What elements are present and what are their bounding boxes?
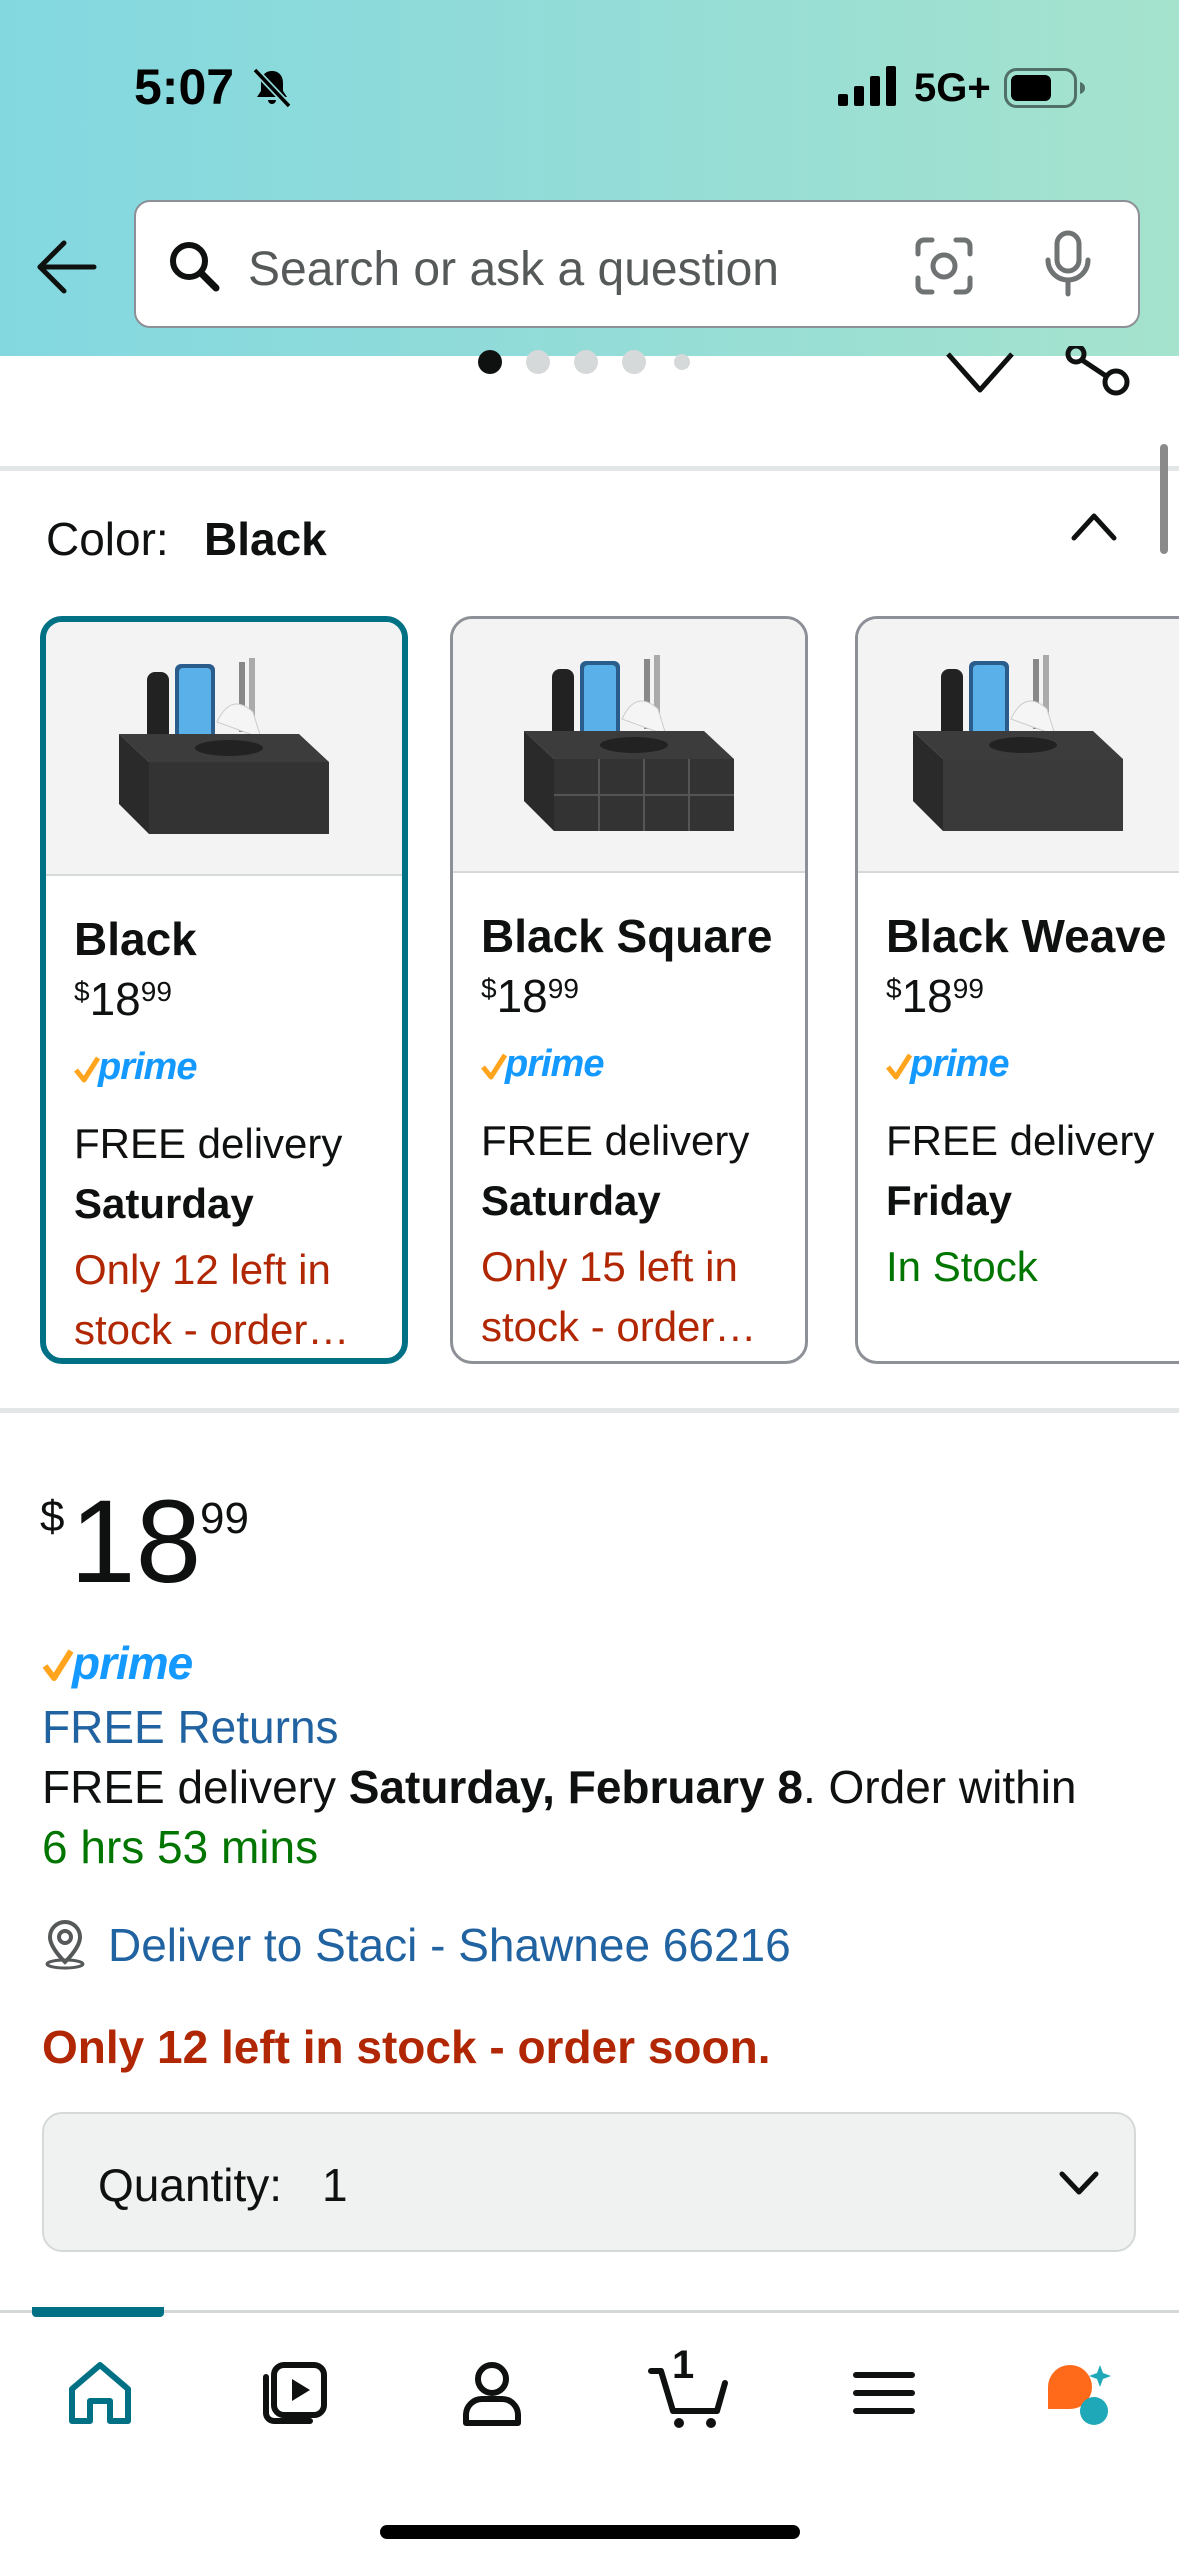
tissue-box-organizer-image xyxy=(119,658,329,834)
option-name: Black Weave xyxy=(886,910,1167,962)
option-price: $1899 xyxy=(886,970,984,1022)
rufus-icon xyxy=(1048,2365,1111,2425)
carousel-dot[interactable] xyxy=(622,350,646,374)
microphone-icon[interactable] xyxy=(1040,230,1096,298)
order-countdown: 6 hrs 53 mins xyxy=(42,1821,319,1873)
option-stock: Only 12 left in stock - order… xyxy=(74,1246,350,1353)
nav-cart[interactable]: 1 xyxy=(644,2343,734,2433)
network-type: 5G+ xyxy=(914,66,991,110)
nav-account[interactable] xyxy=(452,2353,532,2433)
battery-icon xyxy=(1004,68,1085,108)
camera-lens-icon[interactable] xyxy=(912,234,976,298)
status-time: 5:07 xyxy=(134,59,235,115)
color-option-black-weave[interactable]: Black Weave $1899 prime FREE delivery Fr… xyxy=(855,616,1179,1364)
section-divider xyxy=(0,466,1179,471)
nav-rufus[interactable] xyxy=(1040,2353,1120,2433)
tissue-box-organizer-image xyxy=(524,655,734,831)
nav-video[interactable] xyxy=(254,2353,334,2433)
carousel-dot[interactable] xyxy=(674,354,690,370)
carousel-dot[interactable] xyxy=(478,350,502,374)
active-tab-indicator xyxy=(32,2307,164,2317)
chevron-up-icon[interactable] xyxy=(1064,500,1124,550)
cart-count-badge: 1 xyxy=(672,2343,695,2387)
carousel-dot[interactable] xyxy=(574,350,598,374)
option-delivery: FREE delivery xyxy=(886,1117,1155,1164)
color-option-black-square[interactable]: Black Square $1899 prime FREE delivery S… xyxy=(450,616,808,1364)
home-icon xyxy=(69,2362,131,2424)
tissue-box-organizer-image xyxy=(913,655,1123,831)
price-cents: 99 xyxy=(200,1494,249,1543)
prime-check-icon xyxy=(481,1053,507,1080)
section-divider xyxy=(0,1408,1179,1413)
product-thumbnail xyxy=(46,622,402,876)
option-price: $1899 xyxy=(481,970,579,1022)
stock-warning: Only 12 left in stock - order soon. xyxy=(42,2021,771,2073)
wishlist-heart-icon[interactable] xyxy=(944,350,1016,396)
option-stock: In Stock xyxy=(886,1243,1038,1290)
quantity-label: Quantity: xyxy=(98,2159,283,2211)
option-name: Black Square xyxy=(481,910,773,962)
app-header: 5:07 5G+ Search or ask a question xyxy=(0,0,1179,356)
scrollbar[interactable] xyxy=(1160,444,1168,554)
product-thumbnail xyxy=(858,619,1179,873)
nav-home[interactable] xyxy=(60,2353,140,2433)
bottom-navigation: 1 xyxy=(0,2307,1179,2556)
quantity-dropdown[interactable]: Quantity: 1 xyxy=(42,2112,1136,2252)
prime-check-icon xyxy=(886,1053,912,1080)
delivery-info: FREE delivery Saturday, February 8. Orde… xyxy=(42,1761,1077,1813)
home-indicator[interactable] xyxy=(380,2525,800,2539)
option-name: Black xyxy=(74,913,197,965)
price-symbol: $ xyxy=(40,1492,65,1541)
location-pin-icon xyxy=(45,1919,85,1970)
option-delivery: FREE delivery xyxy=(481,1117,750,1164)
signal-icon xyxy=(838,66,896,106)
product-thumbnail xyxy=(453,619,805,873)
chevron-down-icon xyxy=(1059,2171,1099,2195)
nav-menu[interactable] xyxy=(844,2353,924,2433)
color-selected-value: Black xyxy=(204,513,327,565)
option-stock: Only 15 left in stock - order… xyxy=(481,1243,757,1350)
option-delivery: FREE delivery xyxy=(74,1120,343,1167)
option-delivery-day: Friday xyxy=(886,1177,1013,1224)
bell-off-icon xyxy=(252,67,292,109)
search-bar[interactable]: Search or ask a question xyxy=(134,200,1140,328)
account-icon xyxy=(463,2362,521,2426)
video-icon xyxy=(263,2362,327,2424)
option-delivery-day: Saturday xyxy=(481,1177,661,1224)
color-option-black[interactable]: Black $1899 prime FREE delivery Saturday… xyxy=(40,616,408,1364)
prime-check-icon xyxy=(42,1649,74,1681)
price-whole: 18 xyxy=(70,1476,202,1608)
deliver-to-link[interactable]: Deliver to Staci - Shawnee 66216 xyxy=(108,1918,791,1972)
quantity-value: 1 xyxy=(322,2159,348,2211)
share-icon[interactable] xyxy=(1064,346,1132,398)
option-price: $1899 xyxy=(74,973,172,1025)
free-returns-link[interactable]: FREE Returns xyxy=(42,1700,339,1754)
carousel-dot[interactable] xyxy=(526,350,550,374)
back-arrow-icon[interactable] xyxy=(34,234,100,300)
option-delivery-day: Saturday xyxy=(74,1180,254,1227)
search-input[interactable]: Search or ask a question xyxy=(248,242,779,297)
menu-icon xyxy=(853,2372,915,2414)
prime-check-icon xyxy=(74,1056,100,1083)
color-label: Color: xyxy=(46,513,169,565)
search-icon xyxy=(170,242,220,292)
